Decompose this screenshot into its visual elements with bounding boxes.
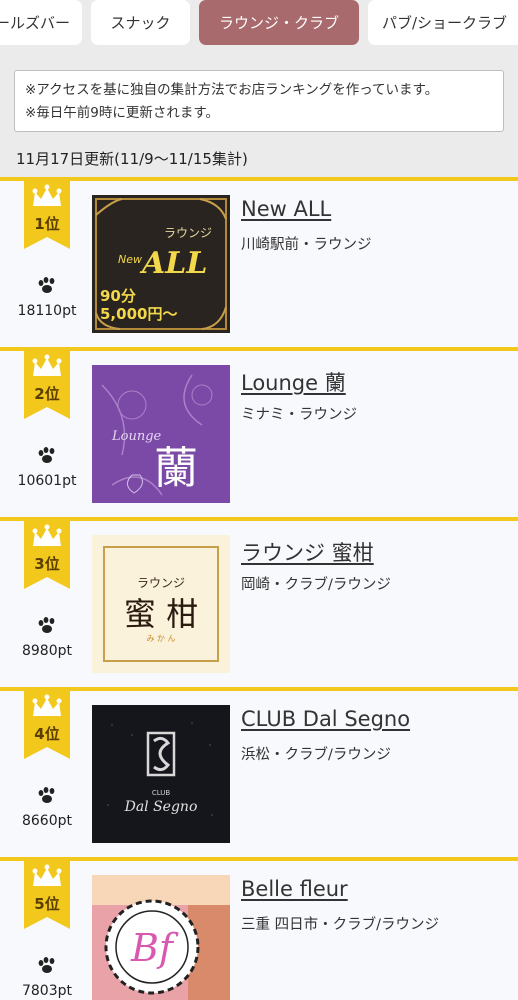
update-date: 11月17日更新(11/9〜11/15集計) — [16, 150, 248, 168]
tab-pub-show-club[interactable]: パブ/ショークラブ — [368, 0, 518, 45]
shop-area: 川崎駅前・ラウンジ — [241, 237, 372, 253]
svg-text:5,000円〜: 5,000円〜 — [100, 305, 177, 323]
ranking-points: 18110pt — [17, 303, 77, 319]
svg-text:蘭: 蘭 — [154, 443, 198, 494]
svg-text:CLUB: CLUB — [152, 789, 171, 797]
svg-text:蜜 柑: 蜜 柑 — [124, 595, 198, 633]
rank-badge: 4位 — [24, 691, 70, 759]
svg-text:Dal Segno: Dal Segno — [124, 799, 198, 815]
rank-position: 4位 — [34, 725, 60, 743]
shop-area: ミナミ・ラウンジ — [241, 407, 357, 423]
svg-text:み か ん: み か ん — [146, 634, 175, 643]
ranking-item[interactable]: 1位 18110pt ラウンジ New ALL 90分 5,000円〜 New … — [0, 177, 518, 347]
shop-thumbnail[interactable]: ラウンジ 蜜 柑 み か ん — [92, 535, 230, 673]
shop-area: 浜松・クラブ/ラウンジ — [241, 747, 391, 763]
shop-name-link[interactable]: Lounge 蘭 — [241, 367, 346, 397]
tab-snack[interactable]: スナック — [91, 0, 190, 45]
tab-girls-bar[interactable]: ールズバー — [0, 0, 82, 45]
ranking-item[interactable]: 2位 10601pt Lounge 蘭 Lounge 蘭 ミナミ・ラウンジ — [0, 347, 518, 517]
paw-icon — [38, 447, 55, 463]
shop-thumbnail[interactable]: CLUB Dal Segno — [92, 705, 230, 843]
ranking-notice: ※アクセスを基に独自の集計方法でお店ランキングを作っています。 ※毎日午前9時に… — [14, 70, 504, 132]
rank-position: 2位 — [34, 385, 60, 403]
shop-thumbnail[interactable]: Bf — [92, 875, 230, 1000]
svg-text:90分: 90分 — [100, 287, 136, 305]
ranking-points: 8980pt — [21, 643, 72, 659]
tab-lounge-club[interactable]: ラウンジ・クラブ — [199, 0, 359, 45]
paw-icon — [38, 957, 55, 973]
category-tabs: ールズバー スナック ラウンジ・クラブ パブ/ショークラブ — [0, 0, 518, 46]
ranking-points: 10601pt — [17, 473, 77, 489]
ranking-item[interactable]: 5位 7803pt Bf Belle fleur 三重 四日市・クラブ/ラウンジ — [0, 857, 518, 1000]
paw-icon — [38, 277, 55, 293]
shop-thumbnail[interactable]: ラウンジ New ALL 90分 5,000円〜 — [92, 195, 230, 333]
rank-badge: 5位 — [24, 861, 70, 929]
rank-badge: 2位 — [24, 351, 70, 419]
shop-name-link[interactable]: ラウンジ 蜜柑 — [241, 537, 374, 567]
ranking-item[interactable]: 3位 8980pt ラウンジ 蜜 柑 み か ん ラウンジ 蜜柑 岡崎・クラブ/… — [0, 517, 518, 687]
shop-thumbnail[interactable]: Lounge 蘭 — [92, 365, 230, 503]
notice-line-1: ※アクセスを基に独自の集計方法でお店ランキングを作っています。 — [25, 82, 439, 98]
ranking-points: 7803pt — [21, 983, 72, 999]
shop-area: 岡崎・クラブ/ラウンジ — [241, 577, 391, 593]
svg-text:Lounge: Lounge — [111, 429, 162, 444]
rank-position: 3位 — [34, 555, 60, 573]
svg-text:ラウンジ: ラウンジ — [164, 226, 212, 240]
shop-name-link[interactable]: New ALL — [241, 197, 331, 221]
svg-text:Bf: Bf — [130, 926, 179, 970]
ranking-points: 8660pt — [21, 813, 72, 829]
rank-badge: 1位 — [24, 181, 70, 249]
svg-text:ラウンジ: ラウンジ — [137, 576, 185, 590]
shop-area: 三重 四日市・クラブ/ラウンジ — [241, 917, 439, 933]
shop-name-link[interactable]: CLUB Dal Segno — [241, 707, 410, 731]
rank-badge: 3位 — [24, 521, 70, 589]
paw-icon — [38, 617, 55, 633]
paw-icon — [38, 787, 55, 803]
ranking-item[interactable]: 4位 8660pt CLUB Dal Segno CLUB Dal Segno … — [0, 687, 518, 857]
svg-text:ALL: ALL — [139, 246, 207, 281]
shop-name-link[interactable]: Belle fleur — [241, 877, 348, 901]
rank-position: 5位 — [34, 895, 60, 913]
rank-position: 1位 — [34, 215, 60, 233]
notice-line-2: ※毎日午前9時に更新されます。 — [25, 105, 220, 121]
svg-text:New: New — [118, 253, 142, 266]
